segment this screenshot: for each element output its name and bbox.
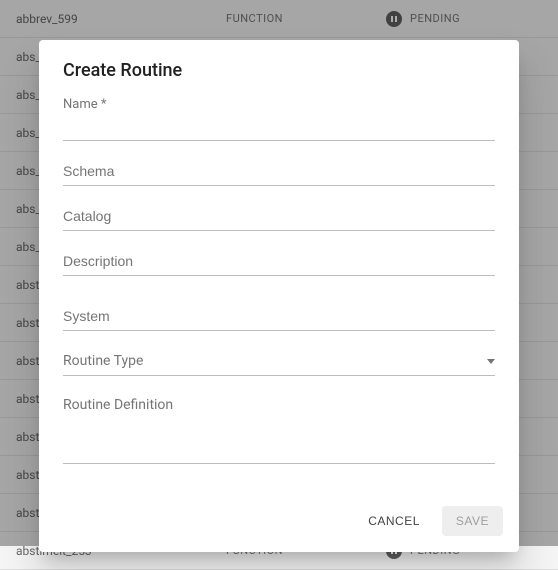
description-input[interactable] — [63, 249, 495, 276]
save-button[interactable]: SAVE — [442, 506, 503, 536]
schema-input[interactable] — [63, 159, 495, 186]
catalog-field-container — [63, 204, 495, 231]
routine-type-select[interactable]: Routine Type — [63, 349, 495, 376]
routine-type-field-container: Routine Type — [63, 349, 495, 376]
description-field-container — [63, 249, 495, 276]
routine-definition-label: Routine Definition — [63, 397, 173, 413]
chevron-down-icon — [487, 359, 495, 364]
name-label: Name * — [63, 97, 495, 112]
dialog-content: Name * Routine Type — [39, 89, 519, 498]
dialog-title: Create Routine — [39, 40, 519, 89]
schema-field-container — [63, 159, 495, 186]
name-field-container: Name * — [63, 97, 495, 141]
routine-definition-field-container: Routine Definition — [63, 394, 495, 464]
routine-definition-input[interactable]: Routine Definition — [63, 394, 495, 464]
modal-overlay[interactable]: Create Routine Name * Routine Type — [0, 0, 558, 546]
create-routine-dialog: Create Routine Name * Routine Type — [39, 40, 519, 552]
system-input[interactable] — [63, 304, 495, 331]
routine-type-label: Routine Type — [63, 353, 143, 369]
cancel-button[interactable]: CANCEL — [354, 506, 434, 536]
catalog-input[interactable] — [63, 204, 495, 231]
name-input[interactable] — [63, 114, 495, 141]
system-field-container — [63, 304, 495, 331]
dialog-actions: CANCEL SAVE — [39, 498, 519, 552]
